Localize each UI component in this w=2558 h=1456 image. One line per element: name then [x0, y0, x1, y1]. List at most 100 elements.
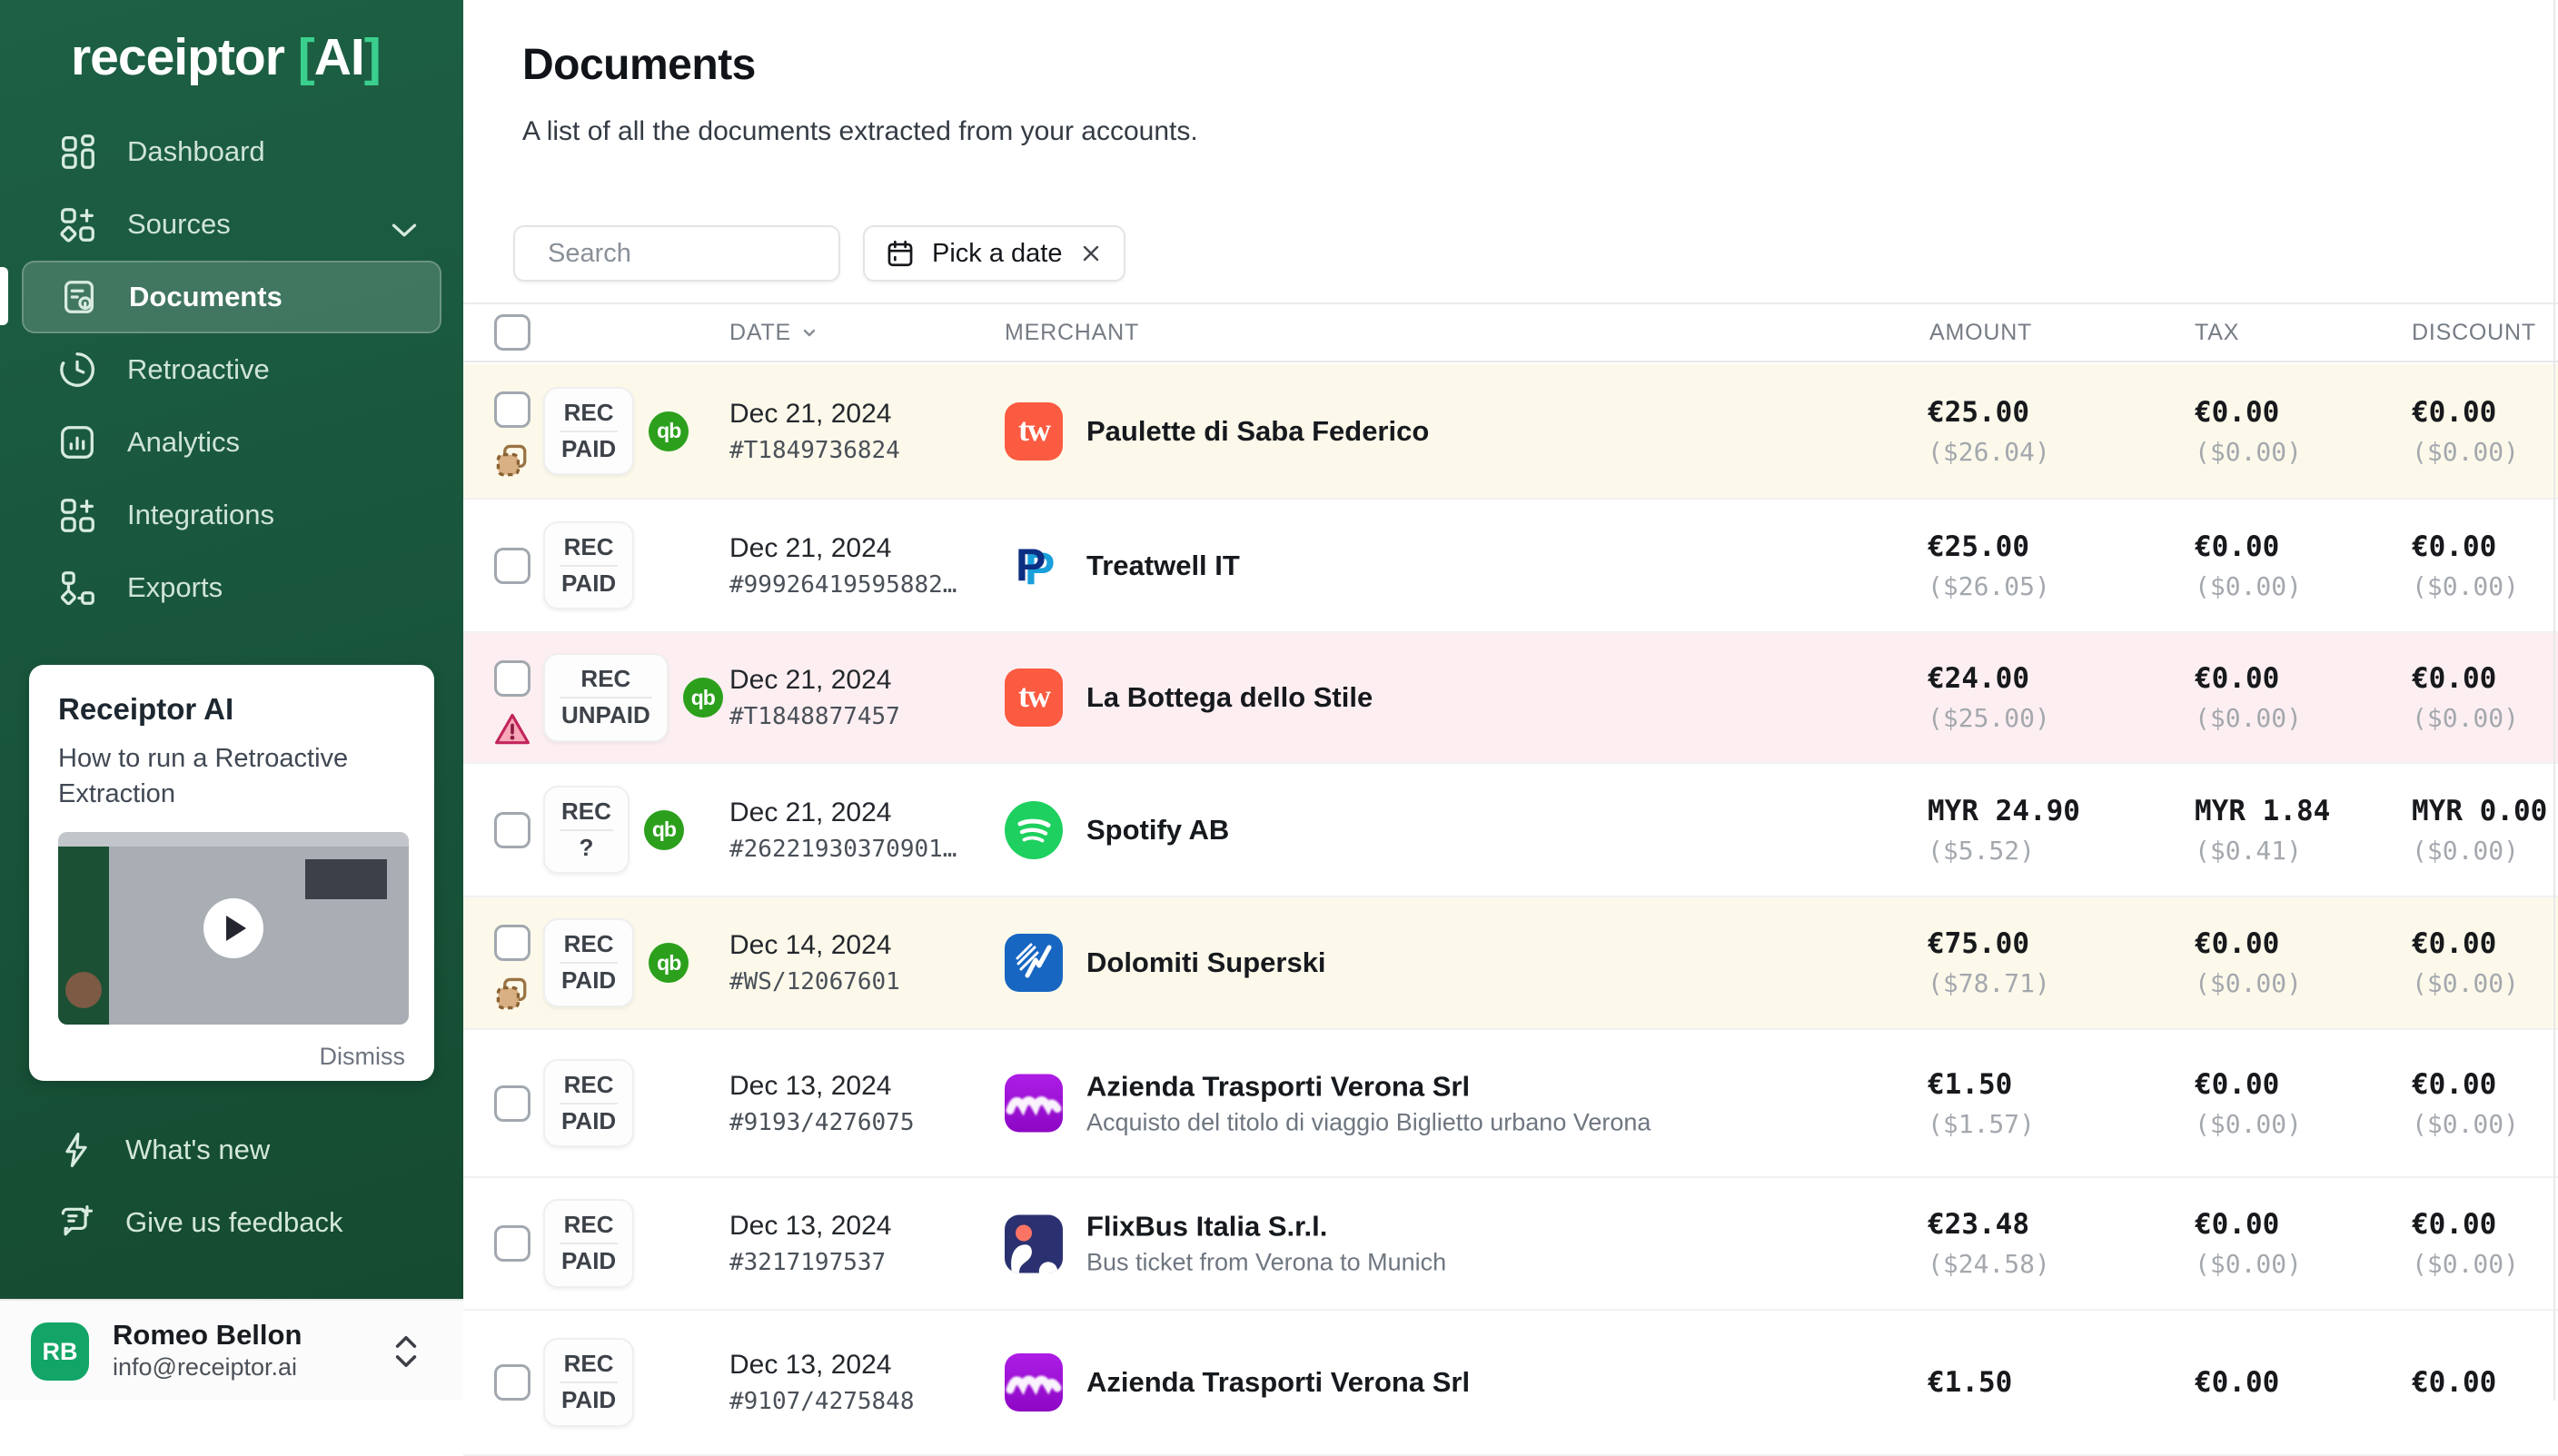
quickbooks-icon: qb [649, 943, 689, 983]
row-checkbox[interactable] [494, 660, 530, 697]
table-row[interactable]: REC UNPAIDqb Dec 21, 2024 #T1848877457 t… [463, 633, 2558, 764]
status-paid: PAID [560, 1243, 618, 1279]
row-checkbox[interactable] [494, 1085, 530, 1122]
status-badge: REC ? [543, 786, 630, 875]
tax-cell: MYR 1.84($0.41) [2195, 795, 2330, 866]
status-rec: REC [560, 396, 618, 431]
logo-ai-text: AI [314, 28, 364, 86]
scrollbar-track[interactable] [2553, 0, 2555, 1401]
row-checkbox[interactable] [494, 925, 530, 961]
sidebar-item-label: Dashboard [127, 135, 265, 168]
row-checkbox[interactable] [494, 812, 530, 848]
tax-cell: €0.00($0.00) [2195, 1068, 2302, 1139]
table-row[interactable]: REC PAIDqb Dec 21, 2024 #T1849736824 tw … [463, 364, 2558, 500]
row-date: Dec 13, 2024 [729, 1071, 915, 1102]
row-checkbox[interactable] [494, 391, 530, 428]
status-rec: REC [560, 795, 613, 829]
merchant-name: La Bottega dello Stile [1086, 681, 1373, 714]
sidebar-item-label: Documents [129, 281, 283, 313]
quickbooks-icon: qb [644, 810, 684, 850]
table-row[interactable]: REC PAIDqb Dec 14, 2024 #WS/12067601 Dol… [463, 897, 2558, 1030]
status-badge: REC PAID [543, 387, 634, 476]
bolt-icon [56, 1130, 96, 1170]
merchant-name: FlixBus Italia S.r.l. [1086, 1211, 1446, 1243]
table-row[interactable]: REC PAID Dec 13, 2024 #3217197537 FlixBu… [463, 1178, 2558, 1311]
tax-cell: €0.00($0.00) [2195, 1208, 2302, 1279]
amount-cell: €23.48($24.58) [1928, 1208, 2050, 1279]
integrations-icon [56, 494, 98, 536]
sidebar-item-exports[interactable]: Exports [22, 551, 441, 624]
clear-date-icon[interactable] [1078, 241, 1104, 266]
sort-chevron-icon [798, 322, 820, 343]
date-filter-button[interactable]: Pick a date [863, 225, 1125, 282]
sources-icon [56, 203, 98, 245]
chevron-up-down-icon[interactable] [392, 1333, 420, 1370]
user-menu[interactable]: RB Romeo Bellon info@receiptor.ai [0, 1299, 463, 1401]
sidebar-link-what-s-new[interactable]: What's new [0, 1114, 463, 1186]
calendar-icon [885, 238, 916, 269]
tax-cell: €0.00($0.00) [2195, 396, 2302, 467]
row-checkbox[interactable] [494, 1225, 530, 1262]
column-header-discount: DISCOUNT [2412, 302, 2536, 362]
main-content: Documents A list of all the documents ex… [463, 0, 2558, 1401]
merchant-logo-azienda [1005, 1353, 1063, 1411]
discount-cell: €0.00($0.00) [2412, 1068, 2519, 1139]
row-date: Dec 14, 2024 [729, 930, 900, 961]
active-item-indicator [0, 267, 8, 325]
table-row[interactable]: REC PAID Dec 21, 2024 #99926419595882… P… [463, 500, 2558, 633]
tax-cell: €0.00($0.00) [2195, 662, 2302, 733]
discount-cell: €0.00($0.00) [2412, 396, 2519, 467]
row-reference: #T1849736824 [729, 437, 900, 464]
play-button[interactable] [203, 898, 263, 958]
sidebar-item-integrations[interactable]: Integrations [22, 479, 441, 551]
merchant-logo-flixbus [1005, 1214, 1063, 1273]
sidebar-item-retroactive[interactable]: Retroactive [22, 333, 441, 406]
sidebar-item-sources[interactable]: Sources [22, 188, 441, 261]
status-rec: REC [560, 662, 652, 697]
row-date: Dec 21, 2024 [729, 533, 957, 564]
sidebar-item-analytics[interactable]: Analytics [22, 406, 441, 479]
exports-icon [56, 567, 98, 609]
column-header-date[interactable]: DATE [729, 302, 820, 362]
user-name: Romeo Bellon [113, 1319, 302, 1352]
sidebar-link-give-us-feedback[interactable]: Give us feedback [0, 1186, 463, 1259]
row-date: Dec 21, 2024 [729, 797, 957, 828]
status-rec: REC [560, 1347, 618, 1382]
row-checkbox[interactable] [494, 548, 530, 584]
duplicate-flag-icon [492, 974, 532, 1014]
logo-brand-text: receiptor [71, 28, 284, 86]
search-input[interactable] [548, 239, 890, 269]
table-row[interactable]: REC PAID Dec 13, 2024 #9107/4275848 Azie… [463, 1311, 2558, 1456]
sidebar-item-documents[interactable]: Documents [22, 261, 441, 333]
merchant-logo-dolomiti [1005, 934, 1063, 992]
page-subtitle: A list of all the documents extracted fr… [522, 116, 1198, 147]
table-row[interactable]: REC ?qb Dec 21, 2024 #26221930370901… Sp… [463, 764, 2558, 897]
column-header-merchant: MERCHANT [1005, 302, 1139, 362]
date-filter-label: Pick a date [932, 239, 1062, 269]
logo-bracket: [ [298, 28, 314, 86]
dismiss-link[interactable]: Dismiss [58, 1043, 405, 1071]
status-paid: PAID [560, 565, 618, 601]
avatar: RB [31, 1322, 89, 1381]
analytics-icon [56, 421, 98, 463]
status-paid: PAID [560, 1382, 618, 1418]
status-paid: UNPAID [560, 697, 652, 733]
table-header: DATE MERCHANT AMOUNT TAX DISCOUNT [463, 302, 2558, 362]
row-checkbox[interactable] [494, 1364, 530, 1401]
sidebar-footer-links: What's new Give us feedback [0, 1114, 463, 1259]
discount-cell: MYR 0.00($0.00) [2412, 795, 2547, 866]
row-date: Dec 21, 2024 [729, 665, 900, 696]
select-all-checkbox[interactable] [494, 314, 530, 351]
duplicate-flag-icon [492, 441, 532, 480]
search-box[interactable]: / [513, 225, 840, 282]
status-paid: ? [560, 829, 613, 866]
status-badge: REC PAID [543, 1199, 634, 1288]
document-table: REC PAIDqb Dec 21, 2024 #T1849736824 tw … [463, 364, 2558, 1456]
promo-video-thumbnail[interactable] [58, 832, 409, 1025]
amount-cell: €1.50($1.57) [1928, 1068, 2035, 1139]
sidebar-item-dashboard[interactable]: Dashboard [22, 115, 441, 188]
app-logo: receiptor [AI] [71, 27, 381, 87]
merchant-name: Paulette di Saba Federico [1086, 415, 1429, 448]
sidebar-item-label: Integrations [127, 499, 274, 531]
table-row[interactable]: REC PAID Dec 13, 2024 #9193/4276075 Azie… [463, 1030, 2558, 1178]
